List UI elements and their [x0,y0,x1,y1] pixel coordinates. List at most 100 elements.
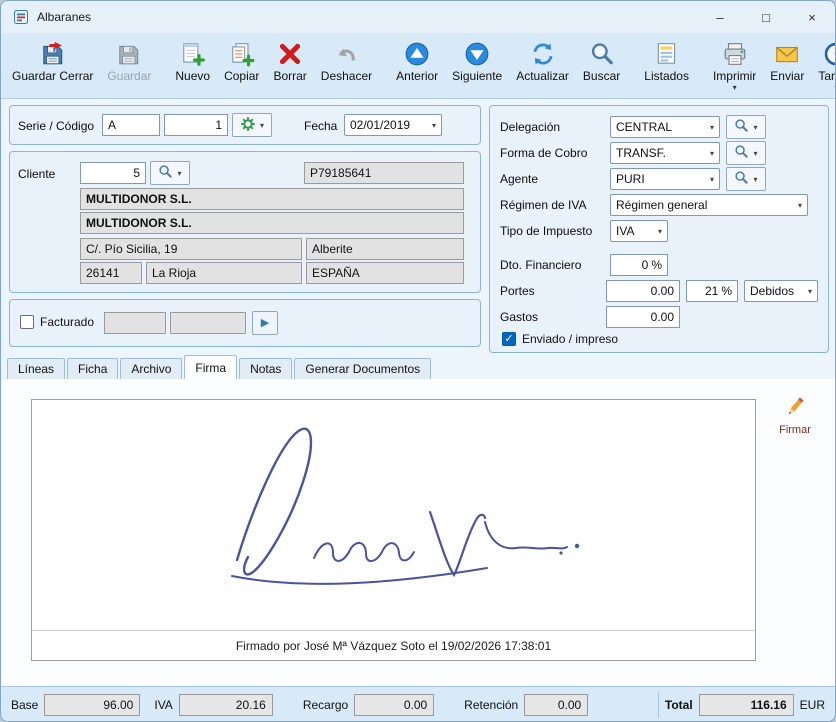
delegacion-label: Delegación [500,116,560,138]
tasks-button[interactable]: Tareas ▾ [811,36,836,93]
cliente-nombre-comercial-value: MULTIDONOR S.L. [86,216,192,230]
refresh-button[interactable]: Actualizar [509,36,576,85]
tipo-impuesto-combo[interactable]: IVA ▾ [610,220,668,242]
signature-image [32,400,755,630]
tipo-impuesto-label: Tipo de Impuesto [500,220,592,242]
tab-firma[interactable]: Firma [184,355,237,379]
serie-codigo-label: Serie / Código [18,115,94,137]
forma-cobro-search-button[interactable]: ▾ [726,141,766,165]
agente-search-button[interactable]: ▾ [726,167,766,191]
reports-icon [654,40,680,68]
gastos-input[interactable]: 0.00 [606,306,680,328]
dto-financiero-value: 0 [642,258,649,272]
albaranes-window: Albaranes – □ × Guardar Cerrar Guardar N… [0,0,836,722]
tasks-label: Tareas [818,69,836,83]
enviado-checkbox[interactable]: ✓ Enviado / impreso [502,332,618,346]
agente-combo[interactable]: PURI ▾ [610,168,720,190]
signature-caption: Firmado por José Mª Vázquez Soto el 19/0… [32,630,755,660]
totals-bar: Base 96.00 IVA 20.16 Recargo 0.00 Retenc… [1,686,835,722]
recargo-label: Recargo [303,698,348,712]
tipo-impuesto-value: IVA [616,224,634,238]
gastos-label: Gastos [500,306,538,328]
delegacion-search-button[interactable]: ▾ [726,115,766,139]
print-label: Imprimir [713,69,756,83]
cliente-codigo-input[interactable]: 5 [80,162,146,184]
delete-label: Borrar [273,69,306,83]
regimen-iva-label: Régimen de IVA [500,194,587,216]
close-button[interactable]: × [789,1,835,33]
facturado-groupbox: Facturado ▶ [9,299,481,347]
send-button[interactable]: Enviar [763,36,811,85]
total-field: 116.16 [699,694,794,716]
chevron-down-icon: ▾ [798,201,802,210]
refresh-icon [530,40,556,68]
chevron-down-icon: ▾ [710,175,714,184]
pencil-icon [783,395,807,422]
forma-cobro-label: Forma de Cobro [500,142,587,164]
reports-button[interactable]: Listados [637,36,696,85]
delete-icon [277,40,303,68]
base-label: Base [11,698,38,712]
tab-ficha[interactable]: Ficha [67,358,118,379]
dto-financiero-label: Dto. Financiero [500,254,581,276]
maximize-button[interactable]: □ [743,1,789,33]
chevron-down-icon: ▾ [710,123,714,132]
regimen-iva-combo[interactable]: Régimen general ▾ [610,194,808,216]
tab-generar-documentos[interactable]: Generar Documentos [294,358,431,379]
undo-icon [333,40,359,68]
delegacion-combo[interactable]: CENTRAL ▾ [610,116,720,138]
toolbar: Guardar Cerrar Guardar Nuevo Copiar [1,33,835,99]
serie-groupbox: Serie / Código A 1 ▾ Fecha 02/01/2019 ▾ [9,105,481,145]
gastos-value: 0.00 [651,310,674,324]
dto-financiero-input[interactable]: 0 % [610,254,668,276]
print-button[interactable]: Imprimir ▾ [706,36,763,93]
save-button[interactable]: Guardar [100,36,158,85]
iva-field: 20.16 [179,694,273,716]
next-label: Siguiente [452,69,502,83]
window-controls: – □ × [697,1,835,33]
cliente-nif-value: P79185641 [310,166,371,180]
new-button[interactable]: Nuevo [168,36,217,85]
detalles-groupbox: Delegación CENTRAL ▾ ▾ Forma de Cobro TR… [489,105,829,353]
codigo-input[interactable]: 1 [164,114,228,136]
undo-label: Deshacer [321,69,372,83]
save-close-icon [40,40,66,68]
facturado-numero-field [104,312,166,334]
copy-label: Copiar [224,69,259,83]
previous-button[interactable]: Anterior [389,36,445,85]
minimize-button[interactable]: – [697,1,743,33]
iva-label: IVA [154,698,172,712]
serie-input[interactable]: A [102,114,160,136]
clock-icon [823,40,836,68]
delete-button[interactable]: Borrar [266,36,313,85]
facturado-checkbox[interactable]: Facturado [20,315,94,329]
next-button[interactable]: Siguiente [445,36,509,85]
search-label: Buscar [583,69,620,83]
checkbox-unchecked-icon [20,315,34,329]
undo-button[interactable]: Deshacer [314,36,379,85]
chevron-down-icon: ▾ [260,121,264,130]
facturar-button[interactable]: ▶ [252,311,278,335]
cliente-provincia-field: La Rioja [146,262,302,284]
fecha-combo[interactable]: 02/01/2019 ▾ [344,114,442,136]
portes-iva-input[interactable]: 21 % [686,280,738,302]
forma-cobro-combo[interactable]: TRANSF. ▾ [610,142,720,164]
portes-tipo-combo[interactable]: Debidos ▾ [744,280,818,302]
save-close-button[interactable]: Guardar Cerrar [5,36,100,85]
new-icon [180,40,206,68]
portes-input[interactable]: 0.00 [606,280,680,302]
gear-icon [240,116,256,135]
cliente-provincia-value: La Rioja [152,266,196,280]
firmar-button[interactable]: Firmar [767,395,823,436]
tab-notas[interactable]: Notas [239,358,292,379]
search-button[interactable]: Buscar [576,36,627,85]
copy-button[interactable]: Copiar [217,36,266,85]
cliente-search-button[interactable]: ▾ [150,161,190,185]
delegacion-value: CENTRAL [616,120,672,134]
numeracion-settings-button[interactable]: ▾ [232,113,272,137]
form-area: Serie / Código A 1 ▾ Fecha 02/01/2019 ▾ … [1,99,835,355]
tab-lineas[interactable]: Líneas [7,358,65,379]
tab-archivo[interactable]: Archivo [120,358,182,379]
chevron-down-icon: ▾ [753,149,757,158]
recargo-value: 0.00 [404,698,427,712]
